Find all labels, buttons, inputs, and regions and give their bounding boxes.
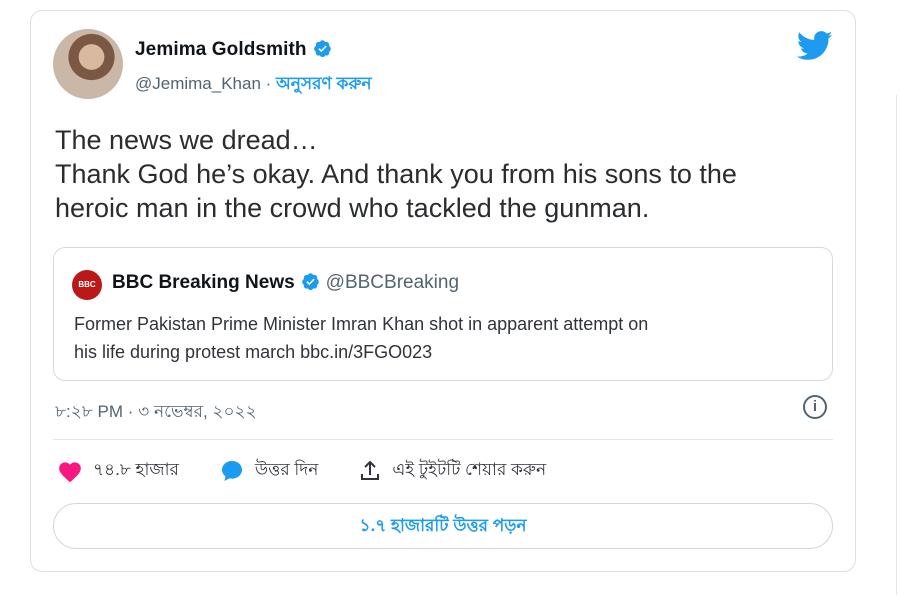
author-handle[interactable]: @Jemima_Khan bbox=[135, 74, 261, 93]
like-button[interactable]: ৭৪.৮ হাজার bbox=[57, 457, 179, 485]
author-handle-line: @Jemima_Khan · অনুসরণ করুন bbox=[135, 71, 372, 99]
divider bbox=[53, 439, 833, 440]
quoted-text: Former Pakistan Prime Minister Imran Kha… bbox=[74, 310, 814, 366]
tweet-timestamp[interactable]: ৮:২৮ PM · ৩ নভেম্বর, ২০২২ bbox=[55, 399, 257, 427]
share-icon bbox=[361, 460, 380, 480]
share-button[interactable]: এই টুইটটি শেয়ার করুন bbox=[358, 457, 546, 485]
tweet-text-line: heroic man in the crowd who tackled the … bbox=[55, 193, 650, 223]
author-name[interactable]: Jemima Goldsmith bbox=[135, 39, 307, 60]
avatar[interactable] bbox=[53, 29, 123, 99]
tweet-text-line: The news we dread… bbox=[55, 125, 318, 155]
quoted-author-name: BBC Breaking News bbox=[112, 272, 295, 293]
quoted-text-line: Former Pakistan Prime Minister Imran Kha… bbox=[74, 314, 649, 334]
info-icon[interactable]: i bbox=[803, 395, 827, 419]
verified-badge-icon bbox=[301, 273, 319, 291]
quoted-author-handle: @BBCBreaking bbox=[325, 272, 460, 293]
page-edge-divider bbox=[896, 95, 897, 595]
handle-separator: · bbox=[260, 74, 277, 93]
reply-label: উত্তর দিন bbox=[254, 460, 319, 479]
share-label: এই টুইটটি শেয়ার করুন bbox=[392, 460, 547, 479]
verified-badge-icon bbox=[313, 40, 331, 58]
bbc-logo-icon: BBC NEWS bbox=[72, 270, 102, 319]
like-count: ৭৪.৮ হাজার bbox=[93, 460, 179, 479]
tweet-text: The news we dread… Thank God he’s okay. … bbox=[55, 123, 835, 225]
heart-icon bbox=[59, 462, 81, 483]
follow-button[interactable]: অনুসরণ করুন bbox=[276, 74, 372, 93]
tweet-text-line: Thank God he’s okay. And thank you from … bbox=[55, 159, 737, 189]
reply-bubble-icon bbox=[221, 461, 242, 481]
tweet-card: Jemima Goldsmith @Jemima_Khan · অনুসরণ ক… bbox=[30, 10, 856, 572]
action-bar: ৭৪.৮ হাজার উত্তর দিন এই টুইটটি শেয়ার কর… bbox=[57, 457, 586, 485]
author-name-row[interactable]: Jemima Goldsmith bbox=[135, 39, 332, 61]
quoted-author-row: BBC Breaking News @BBCBreaking bbox=[112, 272, 459, 294]
quoted-text-line: his life during protest march bbc.in/3FG… bbox=[74, 342, 433, 362]
read-replies-button[interactable]: ১.৭ হাজারটি উত্তর পড়ন bbox=[53, 503, 833, 549]
twitter-bird-icon[interactable] bbox=[797, 31, 833, 61]
reply-button[interactable]: উত্তর দিন bbox=[219, 457, 318, 485]
quoted-tweet[interactable]: BBC NEWS BBC Breaking News @BBCBreaking F… bbox=[53, 247, 833, 381]
